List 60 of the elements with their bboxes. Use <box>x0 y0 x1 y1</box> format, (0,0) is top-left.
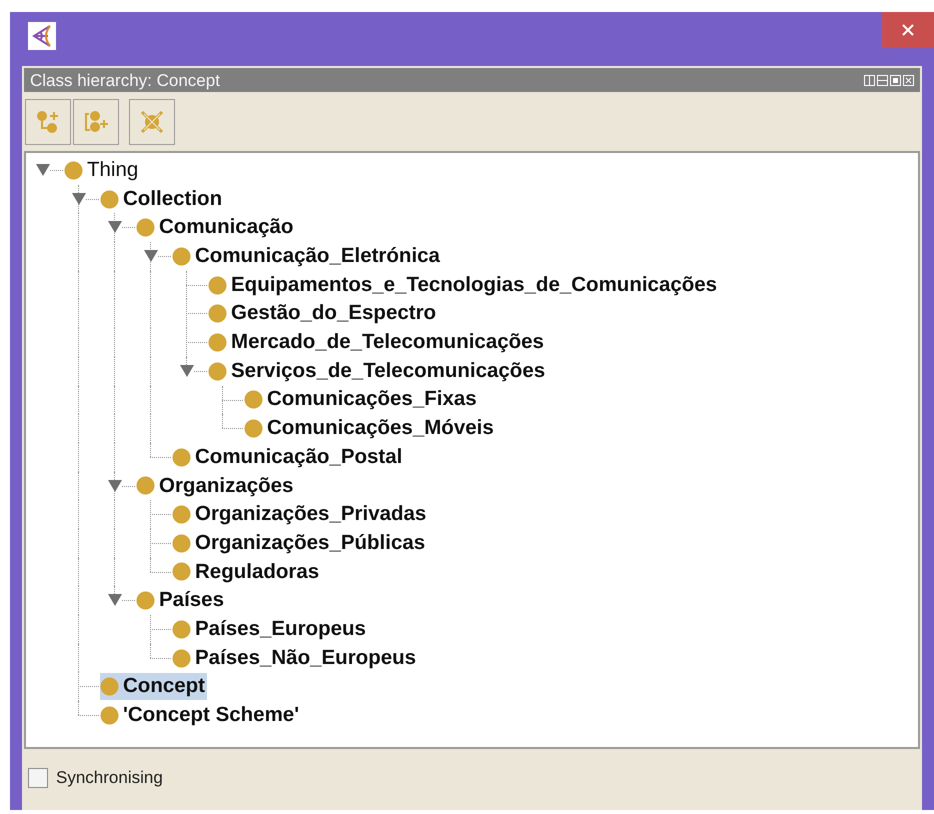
app-logo-icon <box>28 22 56 50</box>
collapse-arrow-icon[interactable] <box>144 250 158 262</box>
collapse-arrow-icon[interactable] <box>180 364 194 377</box>
class-icon <box>172 505 191 524</box>
add-sibling-button[interactable] <box>73 99 119 145</box>
class-label: Collection <box>123 186 222 212</box>
class-label: 'Concept Scheme' <box>123 702 300 728</box>
tree-line <box>50 170 63 171</box>
class-icon <box>64 160 83 180</box>
class-icon <box>136 476 155 496</box>
close-icon <box>901 23 915 37</box>
split-horizontal-icon[interactable] <box>877 74 888 86</box>
maximize-icon[interactable] <box>890 74 901 86</box>
class-label: Comunicação <box>159 214 294 240</box>
class-icon <box>172 562 191 582</box>
checkbox[interactable] <box>28 768 48 788</box>
delete-class-button[interactable] <box>129 99 175 145</box>
class-icon <box>100 677 119 696</box>
class-label: Organizações <box>159 472 294 499</box>
tree-line <box>122 486 135 487</box>
split-vertical-icon[interactable] <box>864 74 875 86</box>
class-icon <box>208 276 227 295</box>
tree-line <box>122 600 135 602</box>
class-icon <box>208 362 227 381</box>
collapse-arrow-icon[interactable] <box>108 480 122 492</box>
class-icon <box>100 706 119 725</box>
class-icon <box>208 332 227 352</box>
class-node[interactable]: Concept <box>100 673 207 700</box>
add-sibling-icon <box>83 109 109 135</box>
class-icon <box>208 304 227 324</box>
class-label: Concept <box>123 673 205 700</box>
delete-class-icon <box>139 109 165 135</box>
class-icon <box>172 246 191 266</box>
class-icon <box>136 218 155 238</box>
class-icon <box>244 390 263 410</box>
class-icon <box>172 648 191 668</box>
close-icon[interactable] <box>903 74 914 86</box>
class-label: Thing <box>87 156 138 183</box>
collapse-arrow-icon[interactable] <box>108 221 122 234</box>
class-icon <box>172 534 191 553</box>
class-icon <box>100 190 119 209</box>
collapse-arrow-icon[interactable] <box>108 594 122 606</box>
add-subclass-button[interactable] <box>25 99 71 145</box>
checkbox-label: Synchronising <box>56 767 163 789</box>
tree-line <box>86 198 99 200</box>
collapse-arrow-icon[interactable] <box>72 192 86 205</box>
class-label: Reguladoras <box>195 558 320 585</box>
close-button[interactable] <box>882 12 934 48</box>
class-icon <box>172 620 191 639</box>
tree-line <box>122 227 135 228</box>
tree-line <box>194 370 207 372</box>
class-label: Países_Europeus <box>195 616 366 642</box>
class-label: Países <box>159 587 224 614</box>
tree-line <box>158 256 171 258</box>
add-subclass-icon <box>35 109 61 135</box>
class-icon <box>244 419 263 438</box>
panel-title: Class hierarchy: Concept <box>30 72 220 88</box>
collapse-arrow-icon[interactable] <box>36 164 50 176</box>
class-icon <box>172 448 191 467</box>
class-icon <box>136 591 155 610</box>
